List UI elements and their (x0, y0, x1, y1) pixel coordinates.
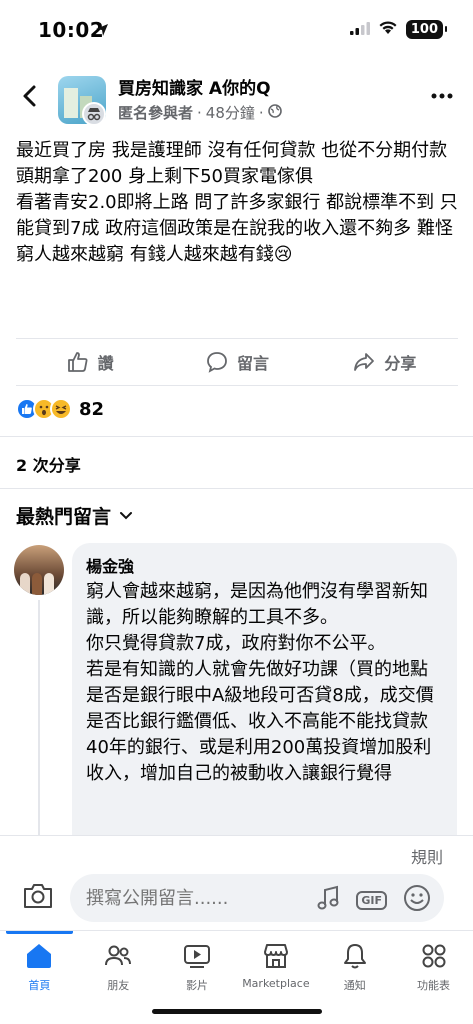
nav-home[interactable]: 首頁 (0, 931, 79, 1024)
marketplace-icon (263, 944, 288, 968)
commenter-avatar[interactable] (14, 545, 64, 595)
menu-grid-icon (422, 944, 446, 968)
music-note-icon[interactable] (316, 885, 340, 915)
post-meta: 匿名參與者 · 48分鐘 · (118, 102, 282, 123)
divider (0, 436, 473, 437)
post-author[interactable]: 匿名參與者 (118, 102, 193, 123)
camera-icon (24, 884, 52, 908)
status-indicators: 100 (349, 20, 448, 39)
nav-label: 首頁 (28, 979, 51, 992)
comment-paragraph: 若是有知識的人就會先做好功課（買的地點是否是銀行眼中A級地段可否貸8成，成交價是… (86, 659, 434, 784)
comment-sort-label: 最熱門留言 (16, 506, 112, 528)
home-icon (27, 944, 52, 968)
thumbs-up-icon (67, 352, 88, 372)
location-arrow-icon (95, 22, 109, 41)
comment-composer: 規則 GIF (0, 835, 473, 927)
nav-label: 影片 (186, 979, 209, 992)
video-icon (184, 945, 211, 968)
haha-reaction-icon (50, 398, 72, 420)
back-button[interactable] (16, 82, 44, 110)
comment-sort-dropdown[interactable]: 最熱門留言 (16, 502, 133, 529)
post-time[interactable]: 48分鐘 (206, 102, 255, 123)
comment-author[interactable]: 楊金強 (86, 553, 443, 577)
like-button[interactable]: 讚 (16, 339, 163, 385)
nav-friends[interactable]: 朋友 (79, 931, 158, 1024)
gif-icon[interactable]: GIF (356, 890, 387, 910)
nav-menu[interactable]: 功能表 (394, 931, 473, 1024)
share-icon (354, 353, 375, 371)
nav-label: Marketplace (242, 977, 310, 990)
comment-paragraph: 你只覺得貸款7成，政府對你不公平。 (86, 633, 386, 654)
comment-icon (207, 352, 227, 373)
comment-button[interactable]: 留言 (163, 339, 310, 385)
group-name[interactable]: 買房知識家 A你的Q (118, 74, 271, 99)
chevron-down-icon (120, 511, 133, 519)
battery-indicator: 100 (405, 20, 448, 39)
comment-label: 留言 (236, 354, 269, 373)
rules-link[interactable]: 規則 (411, 844, 443, 868)
bottom-navigation: 首頁 朋友 影片 Marketplace 通知 功能表 (0, 930, 473, 1024)
ellipsis-icon (431, 93, 453, 99)
share-label: 分享 (384, 354, 417, 373)
status-bar: 10:02 100 (0, 0, 473, 62)
anonymous-icon (82, 102, 106, 126)
nav-label: 通知 (343, 979, 366, 992)
post-paragraph: 看著青安2.0即將上路 問了許多家銀行 都說標準不到 只能貸到7成 政府這個政策… (16, 192, 458, 265)
share-button[interactable]: 分享 (311, 339, 458, 385)
chevron-left-icon (23, 85, 36, 107)
like-label: 讚 (97, 354, 114, 373)
comment-bubble[interactable]: 楊金強 窮人會越來越窮，是因為他們沒有學習新知識，所以能夠瞭解的工具不多。 你只… (72, 543, 457, 843)
reaction-summary[interactable]: 82 (16, 398, 104, 420)
divider (0, 488, 473, 489)
comment-text: 窮人會越來越窮，是因為他們沒有學習新知識，所以能夠瞭解的工具不多。 你只覺得貸款… (86, 579, 443, 787)
post-header: 買房知識家 A你的Q 匿名參與者 · 48分鐘 · (0, 70, 473, 130)
comment-thread-line (38, 600, 40, 840)
meta-separator: · (258, 103, 264, 122)
nav-label: 朋友 (107, 979, 130, 992)
composer-icons: GIF (316, 884, 431, 916)
post-paragraph: 最近買了房 我是護理師 沒有任何貸款 也從不分期付款 頭期拿了200 身上剩下5… (16, 140, 448, 187)
share-count[interactable]: 2 次分享 (16, 452, 81, 476)
camera-button[interactable] (22, 882, 54, 914)
reaction-count: 82 (79, 398, 105, 420)
bell-icon (343, 944, 366, 969)
signal-icon (349, 20, 370, 39)
more-options-button[interactable] (431, 84, 453, 103)
post-action-bar: 讚 留言 分享 (16, 338, 458, 386)
wifi-icon (378, 20, 398, 39)
meta-separator: · (197, 103, 202, 122)
post-body: 最近買了房 我是護理師 沒有任何貸款 也從不分期付款 頭期拿了200 身上剩下5… (16, 138, 461, 268)
nav-notifications[interactable]: 通知 (315, 931, 394, 1024)
emoji-icon[interactable] (403, 884, 431, 916)
globe-icon (267, 103, 282, 122)
comment-paragraph: 窮人會越來越窮，是因為他們沒有學習新知識，所以能夠瞭解的工具不多。 (86, 581, 428, 628)
friends-icon (105, 945, 132, 966)
nav-label: 功能表 (417, 979, 451, 992)
home-indicator (152, 1009, 322, 1014)
